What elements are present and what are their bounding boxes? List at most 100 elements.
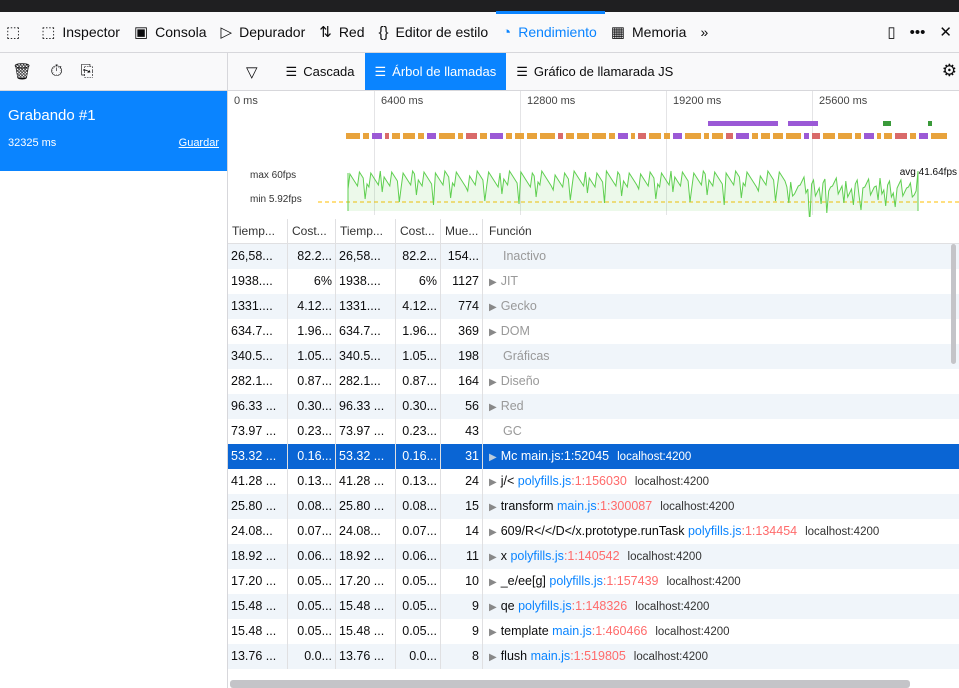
record-timer-icon[interactable]: ⏱ [50, 63, 62, 81]
table-row[interactable]: 340.5... 1.05... 340.5... 1.05... 198 Gráfica… [228, 344, 959, 369]
table-row[interactable]: 1938.... 6% 1938.... 6% 1127 ▶ JIT [228, 269, 959, 294]
table-row[interactable]: 41.28 ... 0.13... 41.28 ... 0.13... 24 ▶ j/< p… [228, 469, 959, 494]
window-top-strip [0, 0, 959, 12]
source-file-link[interactable]: polyfills.js [518, 474, 572, 488]
header-self-cost[interactable]: Cost... [396, 219, 441, 243]
header-total-time[interactable]: Tiemp... [228, 219, 288, 243]
function-name: _e/ee[g] [500, 574, 546, 588]
marker-block [372, 133, 382, 139]
tab-memoria[interactable]: ▦ Memoria [605, 12, 695, 52]
call-tree-view-button[interactable]: ☰ Árbol de llamadas [364, 53, 507, 90]
table-row[interactable]: 15.48 ... 0.05... 15.48 ... 0.05... 9 ▶ qe pol… [228, 594, 959, 619]
marker-block [855, 133, 861, 139]
expand-arrow-icon[interactable]: ▶ [489, 377, 497, 388]
tab-rendimiento[interactable]: ◔ Rendimiento [496, 11, 605, 52]
dock-icon[interactable]: ▯ [880, 23, 902, 41]
close-icon[interactable]: ✕ [932, 23, 959, 41]
recording-item[interactable]: Grabando #1 32325 ms Guardar [0, 91, 227, 171]
table-row[interactable]: 53.32 ... 0.16... 53.32 ... 0.16... 31 ▶ Mc ma… [228, 444, 959, 469]
source-location[interactable]: :1:157439 [603, 574, 659, 588]
flame-chart-view-button[interactable]: ☰ Gráfico de llamarada JS [506, 53, 683, 90]
source-location[interactable]: :1:519805 [570, 649, 626, 663]
function-cell: ▶ x polyfills.js:1:140542 localhost:4200 [483, 544, 959, 569]
cell-c2: 0.16... [288, 444, 336, 469]
table-row[interactable]: 17.20 ... 0.05... 17.20 ... 0.05... 10 ▶ _e/ee… [228, 569, 959, 594]
expand-arrow-icon[interactable]: ▶ [489, 527, 497, 538]
source-location[interactable]: :1:300087 [597, 499, 653, 513]
filter-icon[interactable]: ▽ [246, 63, 258, 81]
tab-label: Consola [155, 24, 207, 40]
source-location[interactable]: :1:52045 [560, 449, 609, 463]
cell-c4: 0.06... [396, 544, 441, 569]
expand-arrow-icon[interactable]: ▶ [489, 302, 497, 313]
table-row[interactable]: 25.80 ... 0.08... 25.80 ... 0.08... 15 ▶ trans… [228, 494, 959, 519]
function-cell: ▶ template main.js:1:460466 localhost:4200 [483, 619, 959, 644]
cell-c5: 10 [441, 569, 483, 594]
tab-editor-de-estilo[interactable]: {} Editor de estilo [373, 12, 497, 52]
tab-red[interactable]: ⇅ Red [313, 12, 372, 52]
gear-icon[interactable]: ⚙ [942, 61, 957, 81]
tab-inspector[interactable]: ⬚ Inspector [35, 12, 128, 52]
tab-consola[interactable]: ▣ Consola [128, 12, 215, 52]
table-row[interactable]: 634.7... 1.96... 634.7... 1.96... 369 ▶ DOM [228, 319, 959, 344]
cell-c1: 53.32 ... [228, 444, 288, 469]
source-file-link[interactable]: polyfills.js [549, 574, 603, 588]
marker-block [864, 133, 874, 139]
source-file-link[interactable]: main.js [557, 499, 597, 513]
source-location[interactable]: :1:460466 [592, 624, 648, 638]
expand-arrow-icon[interactable]: ▶ [489, 327, 497, 338]
timeline-overview[interactable]: 0 ms 6400 ms 12800 ms 19200 ms 25600 ms max … [228, 91, 959, 232]
header-samples[interactable]: Mue... [441, 219, 483, 243]
cell-c3: 96.33 ... [336, 394, 396, 419]
source-file-link[interactable]: main.js [521, 449, 561, 463]
table-row[interactable]: 26,58... 82.2... 26,58... 82.2... 154... Inac… [228, 244, 959, 269]
expand-arrow-icon[interactable]: ▶ [489, 652, 497, 663]
vertical-scrollbar[interactable] [951, 244, 956, 364]
source-location[interactable]: :1:134454 [741, 524, 797, 538]
more-options-icon[interactable]: ••• [903, 24, 933, 41]
expand-arrow-icon[interactable]: ▶ [489, 577, 497, 588]
source-file-link[interactable]: polyfills.js [510, 549, 564, 563]
expand-arrow-icon[interactable]: ▶ [489, 452, 497, 463]
header-function[interactable]: Función [483, 219, 959, 243]
horizontal-scrollbar[interactable] [230, 680, 910, 688]
source-file-link[interactable]: main.js [531, 649, 571, 663]
element-picker-button[interactable]: ⬚ [0, 12, 35, 52]
source-file-link[interactable]: polyfills.js [518, 599, 572, 613]
table-row[interactable]: 13.76 ... 0.0... 13.76 ... 0.0... 8 ▶ flush ma… [228, 644, 959, 669]
source-file-link[interactable]: polyfills.js [688, 524, 742, 538]
expand-arrow-icon[interactable]: ▶ [489, 502, 497, 513]
expand-arrow-icon[interactable]: ▶ [489, 402, 497, 413]
tab-label: Red [338, 24, 365, 40]
expand-arrow-icon[interactable]: ▶ [489, 602, 497, 613]
header-self-time[interactable]: Tiemp... [336, 219, 396, 243]
table-row[interactable]: 1331.... 4.12... 1331.... 4.12... 774 ▶ Gecko [228, 294, 959, 319]
table-row[interactable]: 282.1... 0.87... 282.1... 0.87... 164 ▶ Diseño [228, 369, 959, 394]
overflow-tabs-button[interactable]: » [694, 12, 716, 52]
expand-arrow-icon[interactable]: ▶ [489, 627, 497, 638]
tab-depurador[interactable]: ▷ Depurador [215, 12, 314, 52]
cascade-view-button[interactable]: ☰ Cascada [276, 53, 365, 90]
source-location[interactable]: :1:140542 [564, 549, 620, 563]
source-file-link[interactable]: main.js [552, 624, 592, 638]
cell-c2: 4.12... [288, 294, 336, 319]
marker-block [490, 133, 503, 139]
table-row[interactable]: 18.92 ... 0.06... 18.92 ... 0.06... 11 ▶ x pol… [228, 544, 959, 569]
table-row[interactable]: 73.97 ... 0.23... 73.97 ... 0.23... 43 GC [228, 419, 959, 444]
host-label: localhost:4200 [634, 476, 710, 488]
table-row[interactable]: 96.33 ... 0.30... 96.33 ... 0.30... 56 ▶ Red [228, 394, 959, 419]
clear-icon[interactable]: 🗑 [12, 62, 32, 82]
performance-icon: ◔ [502, 23, 512, 41]
source-location[interactable]: :1:148326 [572, 599, 628, 613]
header-total-cost[interactable]: Cost... [288, 219, 336, 243]
call-tree-header: Tiemp... Cost... Tiemp... Cost... Mue...… [228, 219, 959, 244]
table-row[interactable]: 15.48 ... 0.05... 15.48 ... 0.05... 9 ▶ templa… [228, 619, 959, 644]
expand-arrow-icon[interactable]: ▶ [489, 477, 497, 488]
save-recording-link[interactable]: Guardar [179, 137, 219, 149]
source-location[interactable]: :1:156030 [571, 474, 627, 488]
import-icon[interactable]: ⎘ [81, 63, 94, 81]
table-row[interactable]: 24.08... 0.07... 24.08... 0.07... 14 ▶ 609/R</… [228, 519, 959, 544]
marker-block [403, 133, 415, 139]
expand-arrow-icon[interactable]: ▶ [489, 277, 497, 288]
expand-arrow-icon[interactable]: ▶ [489, 552, 497, 563]
